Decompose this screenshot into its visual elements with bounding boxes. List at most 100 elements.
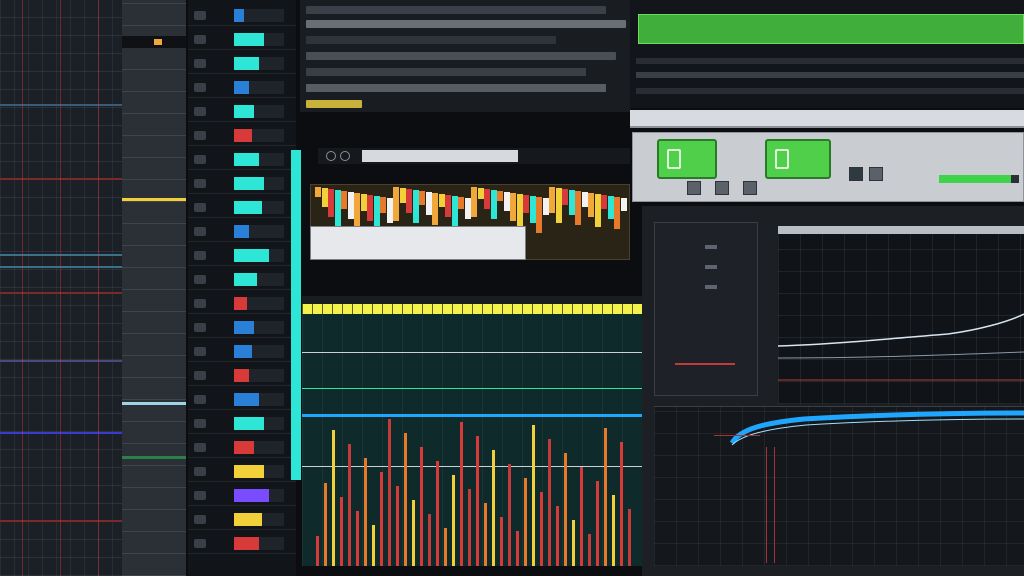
piano-roll-note[interactable]: [380, 197, 386, 213]
piano-roll-note[interactable]: [536, 197, 542, 233]
piano-roll-note[interactable]: [607, 196, 614, 219]
piano-roll-note[interactable]: [432, 193, 438, 225]
piano-roll-note[interactable]: [588, 193, 594, 217]
piano-roll-note[interactable]: [555, 188, 562, 223]
track-row[interactable]: [188, 78, 296, 98]
piano-roll-note[interactable]: [328, 189, 334, 217]
piano-roll-note[interactable]: [542, 198, 549, 215]
piano-roll-note[interactable]: [614, 197, 620, 229]
piano-roll-note[interactable]: [347, 192, 354, 219]
automation-lane[interactable]: [310, 226, 526, 260]
piano-roll-note[interactable]: [484, 189, 490, 209]
track-row[interactable]: [188, 510, 296, 530]
track-list[interactable]: [188, 0, 296, 576]
clip-block[interactable]: [122, 456, 186, 459]
piano-roll-note[interactable]: [367, 195, 373, 221]
pattern-title[interactable]: [362, 150, 518, 162]
clip-block[interactable]: [122, 198, 186, 201]
track-row[interactable]: [188, 462, 296, 482]
piano-roll-note[interactable]: [399, 188, 406, 203]
track-row[interactable]: [188, 6, 296, 26]
piano-roll-note[interactable]: [354, 193, 360, 229]
track-row[interactable]: [188, 486, 296, 506]
arrangement-column[interactable]: [122, 0, 186, 576]
track-type-icon[interactable]: [194, 491, 206, 500]
track-type-icon[interactable]: [194, 443, 206, 452]
track-type-icon[interactable]: [194, 395, 206, 404]
piano-roll-note[interactable]: [419, 191, 425, 205]
piano-roll-note[interactable]: [497, 191, 503, 201]
piano-roll-note[interactable]: [594, 194, 601, 227]
piano-roll-note[interactable]: [445, 195, 451, 217]
piano-roll-note[interactable]: [464, 198, 471, 219]
track-type-icon[interactable]: [194, 251, 206, 260]
track-type-icon[interactable]: [194, 131, 206, 140]
piano-roll-note[interactable]: [549, 187, 555, 213]
piano-roll-note[interactable]: [581, 192, 588, 207]
clip-block[interactable]: [122, 402, 186, 405]
piano-roll-note[interactable]: [412, 190, 419, 223]
track-row[interactable]: [188, 414, 296, 434]
small-tool-button[interactable]: [849, 167, 863, 181]
track-row[interactable]: [188, 198, 296, 218]
track-type-icon[interactable]: [194, 155, 206, 164]
track-row[interactable]: [188, 222, 296, 242]
piano-roll-note[interactable]: [341, 191, 347, 209]
small-tool-button[interactable]: [715, 181, 729, 195]
track-row[interactable]: [188, 270, 296, 290]
piano-roll-note[interactable]: [458, 197, 464, 209]
piano-roll-note[interactable]: [523, 195, 529, 213]
track-row[interactable]: [188, 150, 296, 170]
timeline-grid[interactable]: [0, 0, 122, 576]
oscilloscope-main[interactable]: [778, 226, 1024, 404]
track-type-icon[interactable]: [194, 467, 206, 476]
track-row[interactable]: [188, 438, 296, 458]
piano-roll-note[interactable]: [360, 194, 367, 211]
track-row[interactable]: [188, 246, 296, 266]
track-row[interactable]: [188, 126, 296, 146]
piano-roll-note[interactable]: [575, 191, 581, 225]
small-tool-button[interactable]: [687, 181, 701, 195]
piano-roll-note[interactable]: [562, 189, 568, 205]
track-row[interactable]: [188, 342, 296, 362]
track-type-icon[interactable]: [194, 179, 206, 188]
track-type-icon[interactable]: [194, 35, 206, 44]
mixer-panel[interactable]: [302, 296, 642, 566]
track-row[interactable]: [188, 174, 296, 194]
track-row[interactable]: [188, 54, 296, 74]
track-type-icon[interactable]: [194, 83, 206, 92]
clip-block[interactable]: [122, 36, 186, 48]
track-type-icon[interactable]: [194, 227, 206, 236]
track-type-icon[interactable]: [194, 299, 206, 308]
parameter-scope[interactable]: [654, 222, 758, 396]
track-row[interactable]: [188, 102, 296, 122]
track-type-icon[interactable]: [194, 347, 206, 356]
track-type-icon[interactable]: [194, 539, 206, 548]
track-type-icon[interactable]: [194, 203, 206, 212]
piano-roll-note[interactable]: [425, 192, 432, 215]
track-row[interactable]: [188, 390, 296, 410]
track-row[interactable]: [188, 366, 296, 386]
piano-roll-note[interactable]: [477, 188, 484, 199]
piano-roll-note[interactable]: [386, 198, 393, 223]
track-row[interactable]: [188, 294, 296, 314]
piano-roll-note[interactable]: [321, 188, 328, 207]
piano-roll-note[interactable]: [315, 187, 321, 197]
small-tool-button[interactable]: [869, 167, 883, 181]
track-type-icon[interactable]: [194, 371, 206, 380]
piano-roll-note[interactable]: [471, 187, 477, 217]
piano-roll-note[interactable]: [568, 190, 575, 215]
track-type-icon[interactable]: [194, 515, 206, 524]
track-row[interactable]: [188, 318, 296, 338]
piano-roll-note[interactable]: [620, 198, 627, 211]
track-row[interactable]: [188, 534, 296, 554]
small-tool-button[interactable]: [743, 181, 757, 195]
piano-roll-note[interactable]: [503, 192, 510, 211]
piano-roll-note[interactable]: [529, 196, 536, 223]
toolbar-button-1[interactable]: [657, 139, 717, 179]
frequency-panel[interactable]: [654, 406, 1024, 566]
track-type-icon[interactable]: [194, 419, 206, 428]
piano-roll-note[interactable]: [451, 196, 458, 227]
track-type-icon[interactable]: [194, 59, 206, 68]
piano-roll-note[interactable]: [334, 190, 341, 227]
